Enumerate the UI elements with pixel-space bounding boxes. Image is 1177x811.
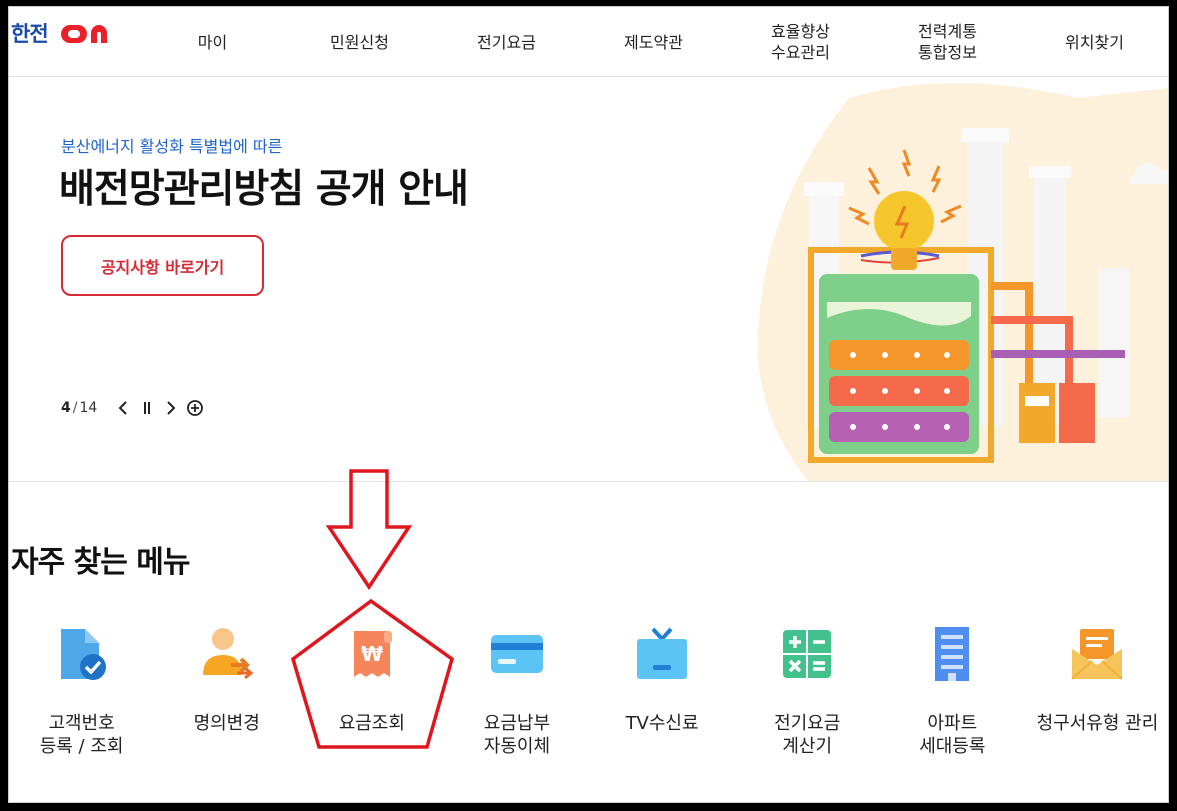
menu-name-change[interactable]: 명의변경 <box>154 622 299 772</box>
nav-item-terms[interactable]: 제도약관 <box>580 7 727 77</box>
menu-label: 전기요금 계산기 <box>774 713 841 757</box>
envelope-icon <box>1065 622 1129 686</box>
nav-item-my[interactable]: 마이 <box>139 7 286 77</box>
site-header: 한전 마이 민원신청 전기요금 제도약관 효율향상 수요관리 전력계통 통합정보… <box>9 7 1168 77</box>
nav-item-civil-request[interactable]: 민원신청 <box>286 7 433 77</box>
pager-separator: / <box>72 400 78 416</box>
chevron-left-icon <box>118 401 128 415</box>
frequent-menu-title: 자주 찾는 메뉴 <box>11 545 190 580</box>
svg-text:한전: 한전 <box>11 22 48 46</box>
receipt-won-icon: ₩ <box>340 622 404 686</box>
pager-current: 4 <box>61 400 71 416</box>
banner-pager: 4 / 14 <box>61 396 207 420</box>
calculator-icon <box>775 622 839 686</box>
menu-customer-number[interactable]: 고객번호 등록 / 조회 <box>9 622 154 772</box>
next-slide-button[interactable] <box>159 396 183 420</box>
menu-label: 고객번호 등록 / 조회 <box>39 713 124 757</box>
annotation-down-arrow-icon <box>325 469 413 591</box>
menu-bill-type-management[interactable]: 청구서유형 관리 <box>1025 622 1168 772</box>
pause-slide-button[interactable] <box>135 396 159 420</box>
menu-label: 청구서유형 관리 <box>1036 713 1159 734</box>
hero-banner: 분산에너지 활성화 특별법에 따른 배전망관리방침 공개 안내 공지사항 바로가… <box>9 78 1168 482</box>
pager-total: 14 <box>79 400 98 416</box>
menu-bill-inquiry[interactable]: ₩ 요금조회 <box>299 622 444 772</box>
menu-label: TV수신료 <box>625 713 699 734</box>
site-logo[interactable]: 한전 <box>11 19 123 47</box>
menu-tv-fee[interactable]: TV수신료 <box>590 622 735 772</box>
prev-slide-button[interactable] <box>111 396 135 420</box>
menu-label: 아파트 세대등록 <box>919 713 986 757</box>
power-grid-illustration-icon <box>757 83 1168 481</box>
view-all-slides-button[interactable] <box>183 396 207 420</box>
hero-subtitle: 분산에너지 활성화 특별법에 따른 <box>61 137 283 156</box>
menu-label: 요금조회 <box>338 713 405 734</box>
nav-item-efficiency[interactable]: 효율향상 수요관리 <box>727 7 874 77</box>
menu-apartment-registration[interactable]: 아파트 세대등록 <box>880 622 1025 772</box>
person-transfer-icon <box>195 622 259 686</box>
pause-icon <box>144 402 151 414</box>
kepco-on-logo-icon: 한전 <box>11 22 107 46</box>
plus-circle-icon <box>187 400 204 416</box>
apartment-icon <box>920 622 984 686</box>
menu-label: 요금납부 자동이체 <box>483 713 551 757</box>
tv-icon <box>630 622 694 686</box>
menu-bill-calculator[interactable]: 전기요금 계산기 <box>735 622 880 772</box>
page-frame: 한전 마이 민원신청 전기요금 제도약관 효율향상 수요관리 전력계통 통합정보… <box>8 6 1169 803</box>
notice-shortcut-button[interactable]: 공지사항 바로가기 <box>61 235 264 296</box>
svg-text:₩: ₩ <box>361 642 383 666</box>
frequent-menu-list: 고객번호 등록 / 조회 명의변경 ₩ 요금조회 요금납부 자동이체 TV수신료… <box>9 622 1168 772</box>
chevron-right-icon <box>167 401 176 415</box>
nav-item-location[interactable]: 위치찾기 <box>1021 7 1168 77</box>
hero-title: 배전망관리방침 공개 안내 <box>59 167 469 212</box>
nav-item-electric-bill[interactable]: 전기요금 <box>433 7 580 77</box>
main-nav: 마이 민원신청 전기요금 제도약관 효율향상 수요관리 전력계통 통합정보 위치… <box>139 7 1168 77</box>
menu-label: 명의변경 <box>193 713 260 734</box>
document-check-icon <box>50 622 114 686</box>
menu-auto-payment[interactable]: 요금납부 자동이체 <box>444 622 589 772</box>
nav-item-grid-info[interactable]: 전력계통 통합정보 <box>874 7 1021 77</box>
credit-card-icon <box>485 622 549 686</box>
